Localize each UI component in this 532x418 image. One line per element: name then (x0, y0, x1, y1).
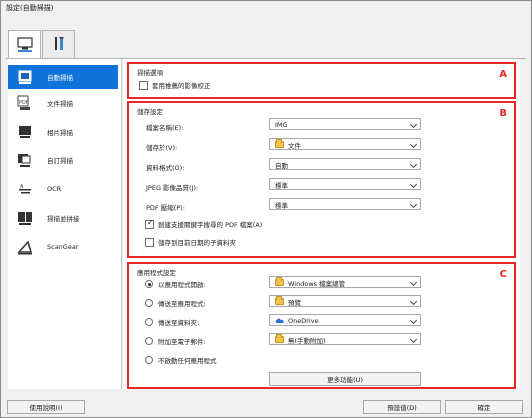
save-in-label: 儲存於(V): (146, 144, 178, 152)
sidebar-item-auto-scan[interactable]: 自動掃描 (8, 65, 118, 89)
tab-scan-settings[interactable] (8, 30, 41, 60)
send-to-folder-radio[interactable] (145, 318, 153, 326)
application-settings-section: 應用程式設定 C 以應用程式開啟: Windows 檔案總管 傳送至應用程式: … (127, 262, 516, 389)
send-to-app-radio[interactable] (145, 299, 153, 307)
tab-general-settings[interactable] (42, 30, 75, 59)
recommended-correction-checkbox[interactable] (139, 81, 148, 90)
no-app-label: 不啟動任何應用程式 (158, 357, 217, 365)
scan-options-title: 掃描選項 (137, 69, 163, 77)
open-with-app-radio[interactable] (145, 280, 153, 288)
help-button[interactable]: 使用說明(I) (7, 400, 85, 414)
defaults-button[interactable]: 預設值(D) (363, 400, 441, 414)
pdf-compression-select[interactable]: 標準 (269, 198, 421, 210)
pdf-compression-value: 標準 (275, 201, 288, 210)
cloud-icon (275, 317, 284, 325)
jpeg-quality-select[interactable]: 標準 (269, 178, 421, 190)
open-with-app-value: Windows 檔案總管 (288, 279, 346, 288)
send-to-folder-select[interactable]: OneDrive (269, 314, 421, 326)
attach-email-value: 無(手動附加) (288, 336, 326, 345)
scan-options-section: 掃描選項 A 套用推薦的影像校正 (127, 62, 516, 99)
attach-email-radio[interactable] (145, 337, 153, 345)
attach-email-select[interactable]: 無(手動附加) (269, 333, 421, 345)
no-app-radio[interactable] (145, 356, 153, 364)
keyword-pdf-label: 創建支援關鍵字搜尋的 PDF 檔案(A) (158, 221, 263, 229)
send-to-folder-label: 傳送至資料夾: (158, 319, 200, 327)
more-functions-label: 更多功能(U) (327, 376, 363, 384)
folder-icon (275, 333, 284, 344)
help-button-label: 使用說明(I) (29, 404, 63, 412)
send-to-app-select[interactable]: 預覽 (269, 295, 421, 307)
sidebar-item-photo-scan[interactable]: 相片掃描 (8, 120, 122, 144)
date-subfolder-label: 儲存到目前日期的子資料夾 (158, 239, 236, 247)
sidebar-item-custom-scan[interactable]: 自訂掃描 (8, 148, 122, 172)
scangear-icon (15, 238, 35, 256)
section-b-badge: B (499, 108, 507, 119)
save-in-select[interactable]: 文件 (269, 138, 421, 150)
sidebar-item-document-scan[interactable]: PDF 文件掃描 (8, 91, 122, 115)
sidebar-item-scan-stitch[interactable]: 掃描並拼接 (8, 206, 122, 230)
folder-icon (275, 295, 284, 306)
scan-stitch-icon (15, 209, 35, 227)
data-format-value: 自動 (275, 161, 288, 170)
keyword-pdf-checkbox[interactable] (145, 218, 154, 229)
sidebar-item-label: OCR (47, 185, 62, 193)
section-a-badge: A (499, 69, 507, 80)
ok-button-label: 確定 (477, 404, 491, 412)
more-functions-button[interactable]: 更多功能(U) (269, 372, 421, 386)
send-to-app-value: 預覽 (288, 298, 301, 307)
custom-scan-icon (15, 151, 35, 169)
sidebar: 自動掃描 PDF 文件掃描 相片掃描 自訂掃描 A OCR 掃描並拼接 Scan (8, 59, 122, 389)
sidebar-item-label: 相片掃描 (47, 129, 73, 137)
auto-scan-icon (15, 68, 35, 86)
defaults-button-label: 預設值(D) (387, 404, 417, 412)
folder-icon (275, 138, 284, 149)
file-name-value: IMG (275, 120, 288, 129)
photo-scan-icon (15, 123, 35, 141)
send-to-app-label: 傳送至應用程式: (158, 300, 206, 308)
sidebar-item-label: 掃描並拼接 (47, 215, 80, 223)
jpeg-quality-value: 標準 (275, 181, 288, 190)
date-subfolder-checkbox[interactable] (145, 238, 154, 247)
sidebar-item-label: 自訂掃描 (47, 157, 73, 165)
attach-email-label: 附加至電子郵件: (158, 338, 206, 346)
save-settings-section: 儲存設定 B 檔案名稱(E): IMG 儲存於(V): 文件 資料格式(O): … (127, 101, 516, 258)
sidebar-item-label: ScanGear (47, 243, 79, 251)
ok-button[interactable]: 確定 (445, 400, 523, 414)
pdf-compression-label: PDF 壓縮(P): (146, 204, 185, 212)
data-format-label: 資料格式(O): (146, 164, 185, 172)
file-name-combobox[interactable]: IMG (269, 118, 421, 130)
scanner-computer-icon (16, 36, 34, 56)
sidebar-item-ocr[interactable]: A OCR (8, 177, 122, 201)
tools-settings-icon (50, 35, 68, 55)
open-with-app-select[interactable]: Windows 檔案總管 (269, 276, 421, 288)
data-format-select[interactable]: 自動 (269, 158, 421, 170)
file-name-label: 檔案名稱(E): (146, 124, 184, 132)
save-in-value: 文件 (288, 141, 301, 150)
open-with-app-label: 以應用程式開啟: (158, 281, 206, 289)
save-settings-title: 儲存設定 (137, 108, 163, 116)
explorer-icon (275, 276, 284, 287)
svg-text:PDF: PDF (19, 100, 29, 106)
send-to-folder-value: OneDrive (288, 316, 319, 325)
sidebar-item-label: 自動掃描 (47, 74, 73, 82)
sidebar-item-label: 文件掃描 (47, 100, 73, 108)
document-scan-icon: PDF (15, 94, 35, 112)
window-title: 設定(自動掃描) (6, 4, 54, 12)
section-c-badge: C (499, 269, 507, 280)
jpeg-quality-label: JPEG 影像品質(J): (146, 184, 199, 192)
ocr-icon: A (15, 180, 35, 198)
sidebar-item-scangear[interactable]: ScanGear (8, 235, 122, 259)
recommended-correction-label: 套用推薦的影像校正 (152, 82, 211, 90)
application-settings-title: 應用程式設定 (137, 269, 176, 277)
